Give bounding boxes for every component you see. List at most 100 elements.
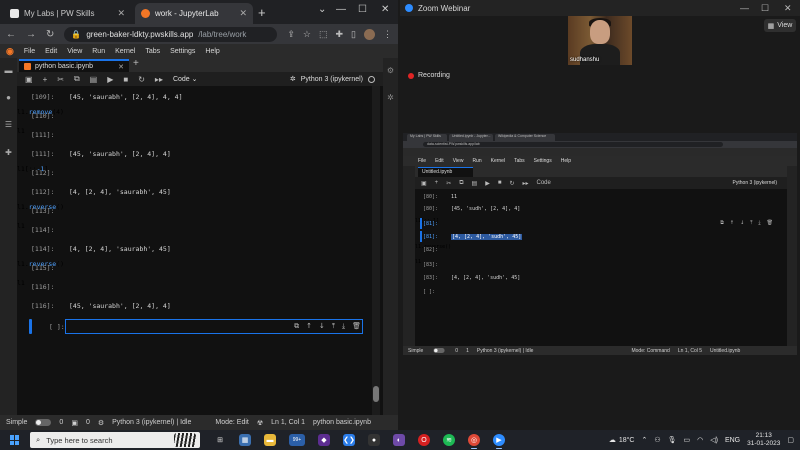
- zoom-minimize-icon[interactable]: —: [740, 3, 749, 13]
- close-tab-icon[interactable]: ✕: [117, 8, 125, 19]
- language-indicator[interactable]: ENG: [725, 437, 740, 444]
- stop-icon[interactable]: ■: [123, 75, 128, 84]
- chrome-icon[interactable]: ◎: [468, 434, 480, 449]
- network-icon[interactable]: ◠: [697, 436, 703, 444]
- duplicate-cell-icon[interactable]: ⧉: [294, 322, 299, 331]
- app-purple-icon[interactable]: ◐: [393, 434, 405, 446]
- move-down-icon[interactable]: ↓: [319, 322, 325, 331]
- copy-icon[interactable]: ⧉: [74, 74, 80, 84]
- close-notebook-icon[interactable]: ✕: [118, 63, 124, 71]
- visual-studio-icon[interactable]: ◆: [318, 434, 330, 446]
- volume-icon[interactable]: ◁): [710, 436, 718, 444]
- fast-forward-icon[interactable]: ▸▸: [155, 75, 163, 84]
- active-cell[interactable]: [ ]: ⧉ ↑ ↓ ⤒ ⤓ 🗑: [17, 319, 369, 334]
- minimize-icon[interactable]: —: [336, 4, 346, 15]
- input-cell[interactable]: [113]: l1.reverse(): [17, 203, 369, 218]
- new-tab-icon[interactable]: +: [258, 5, 266, 20]
- notebook-area[interactable]: [116]: [45, 'saurabh', [2, 4], 4] [116]: l1…: [17, 86, 383, 415]
- spotify-icon[interactable]: ≋: [443, 434, 455, 446]
- input-cell[interactable]: [114]: l1: [17, 222, 369, 237]
- menu-help[interactable]: Help: [205, 48, 219, 55]
- input-cell[interactable]: [110]: l1.remove(4): [17, 108, 369, 123]
- browser-menu-icon[interactable]: ⋮: [383, 29, 392, 40]
- tray-arrow-icon[interactable]: ⌃: [641, 436, 647, 444]
- menu-settings[interactable]: Settings: [170, 48, 195, 55]
- browser-tab-mylabs[interactable]: My Labs | PW Skills ✕: [4, 3, 131, 24]
- close-window-icon[interactable]: ✕: [381, 4, 389, 15]
- insert-above-icon[interactable]: ⤒: [332, 322, 335, 331]
- zoom-close-icon[interactable]: ✕: [784, 3, 792, 14]
- property-inspector-icon[interactable]: ⚙: [386, 66, 395, 75]
- zoom-maximize-icon[interactable]: ☐: [761, 3, 769, 14]
- profile-avatar[interactable]: [364, 28, 375, 40]
- cursor-position[interactable]: Ln 1, Col 1: [271, 419, 305, 426]
- zoom-taskbar-icon[interactable]: ▶: [493, 434, 505, 449]
- add-cell-icon[interactable]: +: [43, 75, 48, 84]
- insert-below-icon[interactable]: ⤓: [342, 322, 345, 331]
- extensions-icon[interactable]: ✚: [4, 148, 13, 157]
- debugger-icon[interactable]: ✲: [290, 75, 296, 83]
- mic-icon[interactable]: 🎙: [668, 436, 677, 444]
- cell-type-select[interactable]: Code ⌄: [173, 75, 198, 83]
- commands-icon[interactable]: ☰: [4, 120, 13, 129]
- url-field[interactable]: 🔒 green-baker-ldkty.pwskills.app/lab/tre…: [64, 26, 278, 42]
- extensions-puzzle-icon[interactable]: ✚: [336, 29, 344, 40]
- bookmark-star-icon[interactable]: ☆: [303, 29, 311, 40]
- close-tab-icon[interactable]: ✕: [239, 8, 247, 19]
- menu-file[interactable]: File: [24, 48, 35, 55]
- vscode-icon[interactable]: ❮❯: [343, 434, 355, 446]
- folder-icon[interactable]: ▬: [4, 66, 13, 75]
- forward-icon[interactable]: →: [26, 29, 36, 40]
- menu-edit[interactable]: Edit: [45, 48, 57, 55]
- running-icon[interactable]: ●: [4, 93, 13, 102]
- cut-icon[interactable]: ✂: [57, 75, 64, 84]
- run-icon[interactable]: ▶: [107, 75, 113, 84]
- notebook-tab[interactable]: python basic.ipynb ✕: [19, 59, 129, 72]
- move-up-icon[interactable]: ↑: [306, 322, 312, 331]
- menu-tabs[interactable]: Tabs: [145, 48, 160, 55]
- tray-people-icon[interactable]: ⚇: [654, 436, 660, 444]
- sidepanel-icon[interactable]: ▯: [351, 29, 356, 40]
- input-cell[interactable]: [112]: l1[::-1]: [17, 165, 369, 180]
- mail-badge-icon[interactable]: 99+: [289, 434, 305, 446]
- save-icon[interactable]: ▣: [25, 75, 33, 84]
- file-explorer-icon[interactable]: ▬: [264, 434, 276, 446]
- view-button[interactable]: ▦ View: [764, 19, 796, 32]
- back-icon[interactable]: ←: [6, 29, 16, 40]
- restart-icon[interactable]: ↻: [138, 75, 145, 84]
- reload-icon[interactable]: ↻: [46, 29, 54, 40]
- start-button[interactable]: [10, 435, 20, 445]
- extension-icon[interactable]: ⬚: [319, 29, 328, 40]
- delete-cell-icon[interactable]: 🗑: [352, 322, 361, 331]
- taskbar-search[interactable]: ⌕ Type here to search: [30, 432, 200, 448]
- battery-icon[interactable]: ▭: [684, 436, 691, 444]
- scroll-thumb[interactable]: [373, 386, 379, 402]
- menu-run[interactable]: Run: [92, 48, 105, 55]
- github-icon[interactable]: ●: [368, 434, 380, 446]
- opera-icon[interactable]: O: [418, 434, 430, 446]
- kernel-indicator[interactable]: ✲ Python 3 (ipykernel): [290, 75, 375, 83]
- debugger-panel-icon[interactable]: ✲: [386, 93, 395, 102]
- browser-tab-jupyterlab[interactable]: work - JupyterLab ✕: [135, 3, 253, 24]
- share-icon[interactable]: ⇪: [287, 29, 295, 40]
- maximize-icon[interactable]: ☐: [358, 4, 367, 15]
- menu-kernel[interactable]: Kernel: [115, 48, 135, 55]
- notebook-scrollbar[interactable]: [372, 86, 380, 415]
- input-cell[interactable]: [111]: l1: [17, 127, 369, 142]
- kernel-state[interactable]: Python 3 (ipykernel) | Idle: [112, 419, 191, 426]
- new-launcher-icon[interactable]: +: [133, 58, 139, 69]
- participant-video[interactable]: sudhanshu: [568, 16, 632, 65]
- weather-widget[interactable]: ☁ 18°C: [609, 436, 635, 445]
- input-cell[interactable]: [116]: l1: [17, 279, 369, 294]
- shared-cell-prompt: [80]:: [423, 206, 439, 212]
- menu-view[interactable]: View: [67, 48, 82, 55]
- paste-icon[interactable]: ▤: [90, 75, 98, 84]
- tab-search-icon[interactable]: ⌄: [318, 4, 326, 15]
- simple-mode-toggle[interactable]: [35, 419, 52, 426]
- notifications-icon[interactable]: ▢: [787, 436, 794, 444]
- clock[interactable]: 21:13 31-01-2023: [747, 432, 780, 448]
- shared-screen[interactable]: My Labs | PW Skills Untitled.ipynb - Jup…: [403, 133, 797, 355]
- task-view-icon[interactable]: ⊞: [214, 434, 226, 446]
- widgets-icon[interactable]: ▦: [239, 434, 251, 446]
- input-cell[interactable]: [115]: l1.reverse(): [17, 260, 369, 275]
